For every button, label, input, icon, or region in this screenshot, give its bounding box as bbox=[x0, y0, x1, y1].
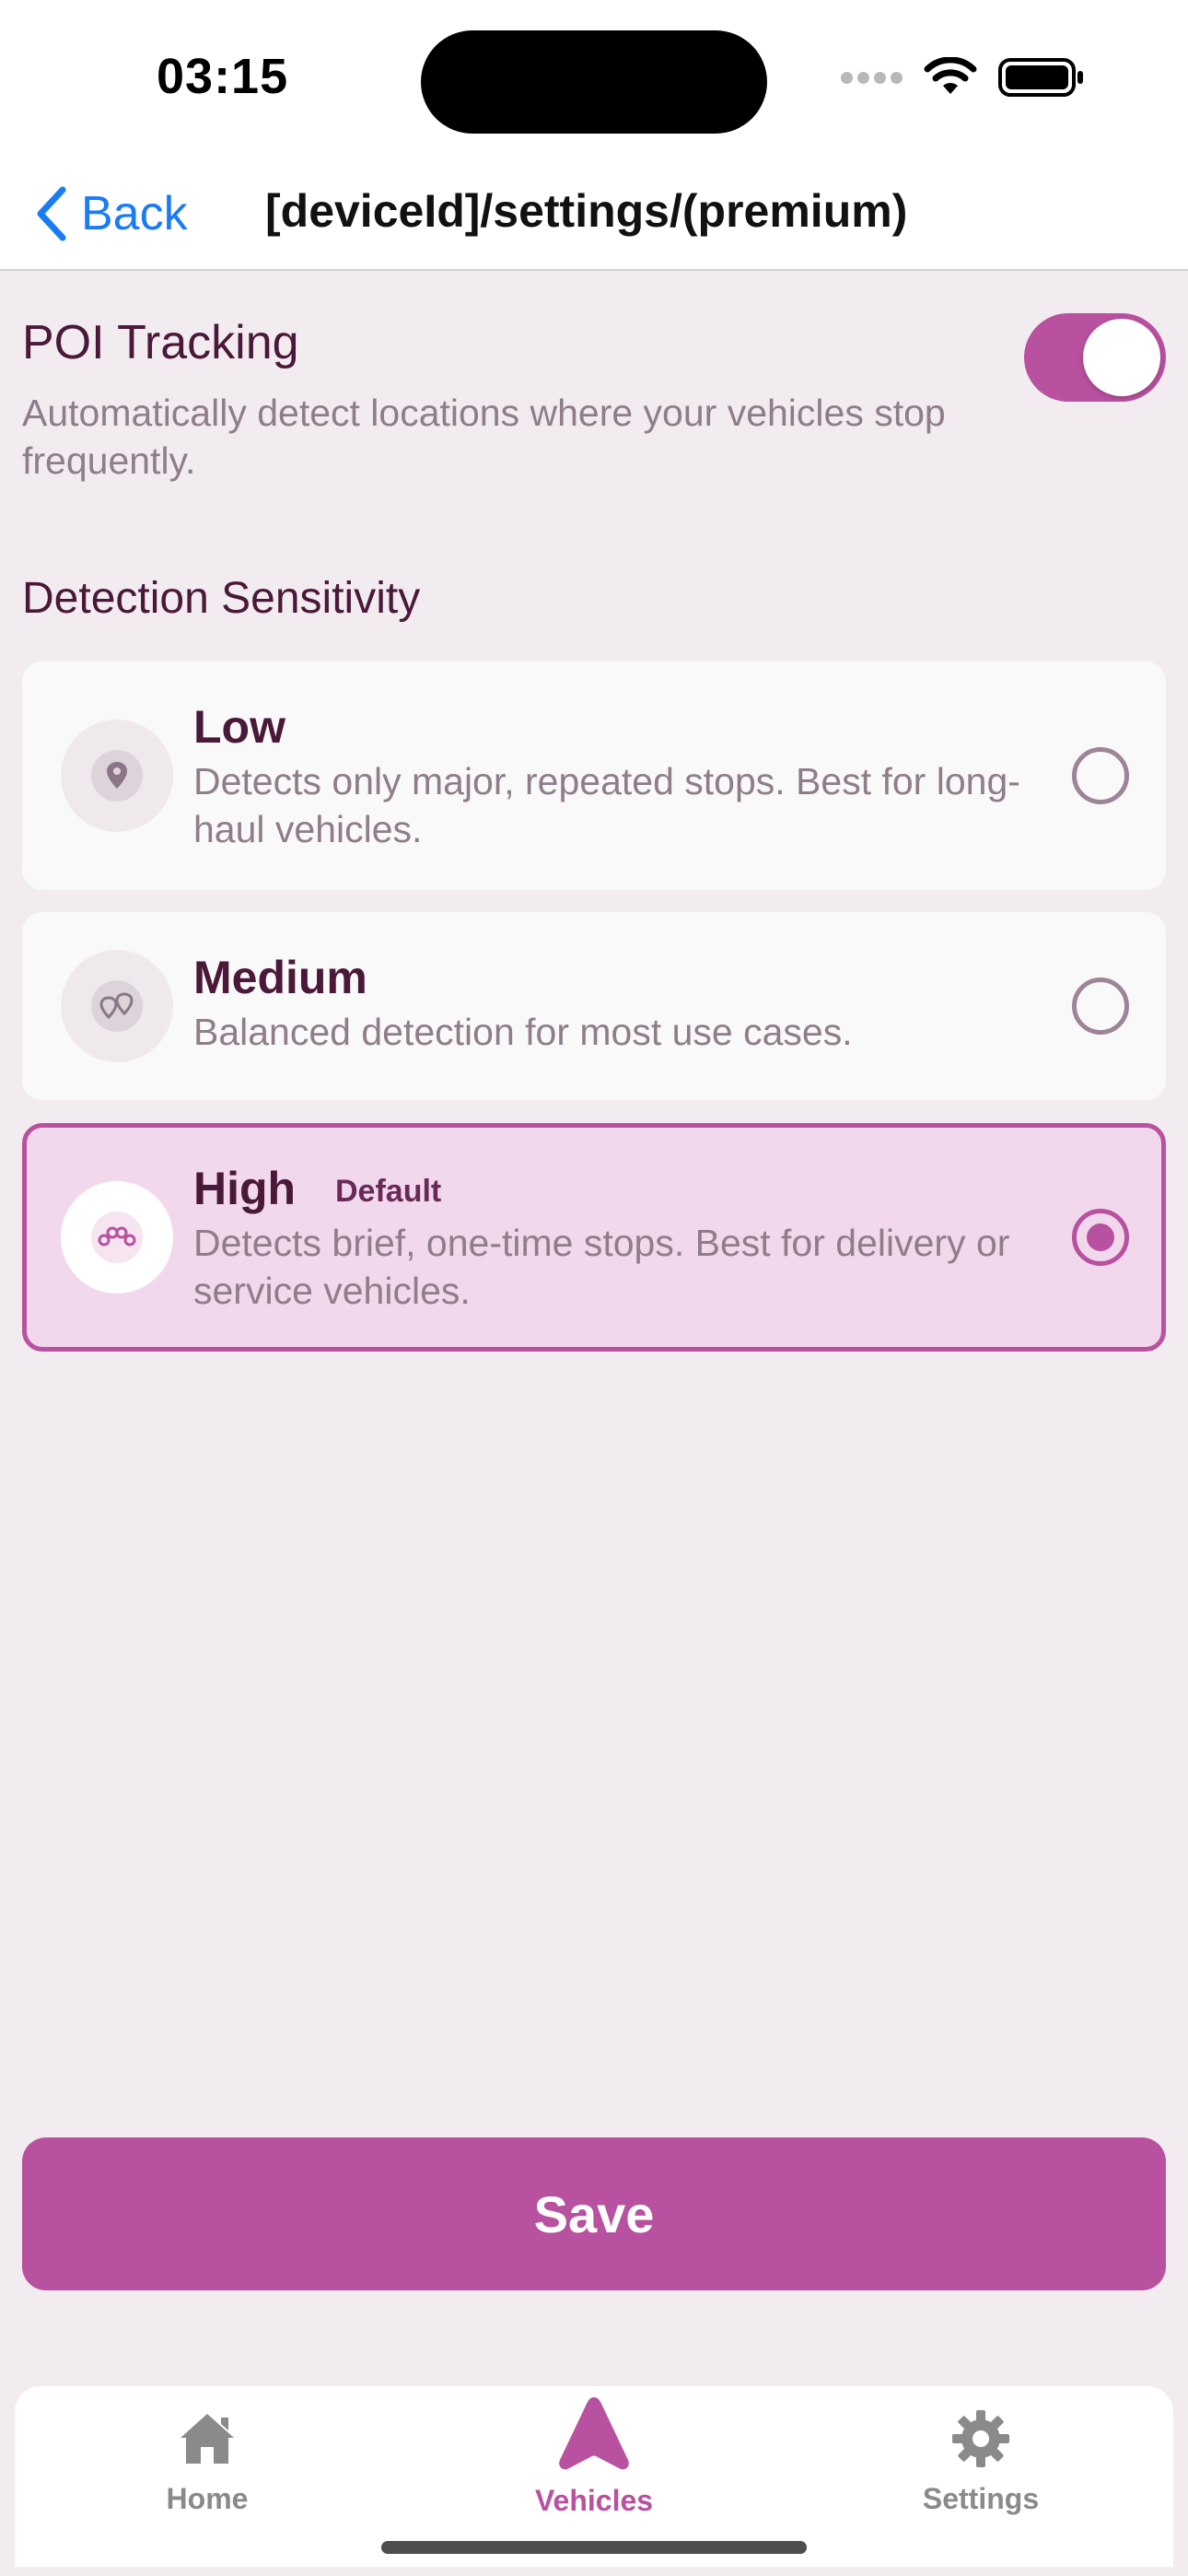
option-icon-container bbox=[61, 950, 173, 1062]
toggle-knob bbox=[1083, 319, 1160, 396]
option-title: High bbox=[193, 1163, 297, 1214]
poi-tracking-title: POI Tracking bbox=[22, 316, 299, 369]
multi-pin-icon bbox=[98, 1226, 136, 1247]
save-button[interactable]: Save bbox=[22, 2137, 1166, 2290]
chevron-left-icon bbox=[37, 186, 66, 241]
tab-bar: Home Vehicles Settings bbox=[15, 2386, 1173, 2567]
option-title: Medium bbox=[193, 952, 367, 1003]
home-indicator bbox=[381, 2541, 807, 2554]
poi-tracking-description: Automatically detect locations where you… bbox=[22, 392, 946, 482]
gear-icon bbox=[952, 2410, 1009, 2467]
back-button[interactable]: Back bbox=[33, 179, 188, 249]
option-description: Balanced detection for most use cases. bbox=[193, 1011, 853, 1053]
option-icon-container bbox=[61, 720, 173, 832]
tab-home[interactable]: Home bbox=[97, 2406, 318, 2535]
cellular-signal-icon bbox=[841, 71, 903, 84]
back-label: Back bbox=[81, 187, 188, 240]
option-title: Low bbox=[193, 701, 285, 753]
default-badge: Default bbox=[335, 1174, 442, 1209]
navigation-bar: Back [deviceId]/settings/(premium) bbox=[0, 157, 1188, 271]
status-bar: 03:15 bbox=[0, 0, 1188, 157]
tab-vehicles[interactable]: Vehicles bbox=[483, 2397, 705, 2535]
battery-icon bbox=[998, 58, 1083, 97]
option-description: Detects brief, one-time stops. Best for … bbox=[193, 1222, 1010, 1312]
page-title: [deviceId]/settings/(premium) bbox=[265, 185, 908, 237]
tab-label: Vehicles bbox=[534, 2484, 654, 2517]
status-time: 03:15 bbox=[157, 49, 289, 104]
poi-tracking-toggle[interactable] bbox=[1024, 313, 1166, 402]
dynamic-island bbox=[421, 30, 767, 134]
option-description: Detects only major, repeated stops. Best… bbox=[193, 760, 1020, 850]
tab-settings[interactable]: Settings bbox=[870, 2406, 1091, 2535]
detection-sensitivity-title: Detection Sensitivity bbox=[22, 574, 421, 623]
sensitivity-option-medium[interactable]: Medium Balanced detection for most use c… bbox=[22, 912, 1166, 1100]
radio-button[interactable] bbox=[1072, 978, 1129, 1035]
radio-button[interactable] bbox=[1072, 747, 1129, 804]
tab-label: Settings bbox=[922, 2482, 1040, 2515]
house-icon bbox=[181, 2414, 234, 2464]
double-pin-icon bbox=[99, 992, 134, 1020]
option-icon-container bbox=[61, 1181, 173, 1294]
radio-button-selected[interactable] bbox=[1072, 1209, 1129, 1266]
navigation-arrow-icon bbox=[559, 2397, 629, 2470]
tab-label: Home bbox=[166, 2482, 249, 2515]
single-pin-icon bbox=[107, 762, 127, 789]
status-icons bbox=[841, 57, 1085, 98]
sensitivity-option-low[interactable]: Low Detects only major, repeated stops. … bbox=[22, 662, 1166, 890]
wifi-icon bbox=[924, 57, 977, 94]
sensitivity-option-high[interactable]: High Default Detects brief, one-time sto… bbox=[22, 1123, 1166, 1352]
